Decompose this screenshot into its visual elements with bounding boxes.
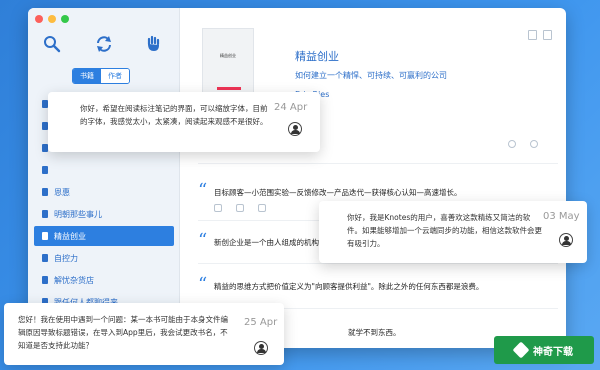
add-icon[interactable] <box>530 140 538 148</box>
sidebar-item-mingchao[interactable]: 明朝那些事儿 <box>28 204 180 224</box>
sidebar-item-book-4[interactable] <box>28 160 180 180</box>
review-card: 你好，希望在阅读标注笔记的界面，可以缩放字体，目前的字体，我感觉太小，太紧凑，阅… <box>48 92 320 152</box>
main-panel: 精益创业 精益创业 如何建立一个精悍、可持续、可赢利的公司 Eric Ries … <box>180 8 566 348</box>
export-icon[interactable] <box>528 30 537 40</box>
review-text: 您好！我在使用中遇到一个问题：某一本书可能由于本身文件编辑原因导致标题错误，在导… <box>18 315 228 350</box>
note-text: 目标顾客—小范围实验—反馈修改—产品迭代—获得核心认知—高速增长。 <box>214 188 462 197</box>
header-actions <box>508 140 538 148</box>
sidebar-item-namiya[interactable]: 解忧杂货店 <box>28 270 180 290</box>
mic-icon[interactable] <box>508 140 516 148</box>
window-actions <box>528 30 552 40</box>
sidebar-item-label: 自控力 <box>54 253 78 263</box>
app-window: 书籍 作者 恩惠 明朝那些事儿 精益创业 自控力 解忧杂货店 跟任何人都聊得来 … <box>28 8 566 348</box>
cover-title: 精益创业 <box>220 53 236 58</box>
avatar <box>254 341 268 355</box>
window-controls <box>35 15 69 23</box>
search-icon[interactable] <box>42 34 62 54</box>
book-cover: 精益创业 <box>202 28 254 96</box>
close-window-button[interactable] <box>35 15 43 23</box>
divider <box>198 163 558 164</box>
book-icon <box>42 188 48 196</box>
zoom-window-button[interactable] <box>61 15 69 23</box>
tab-authors[interactable]: 作者 <box>101 69 129 83</box>
book-icon <box>42 210 48 218</box>
review-date: 03 May <box>543 211 580 222</box>
watermark-text: 神奇下载 <box>533 346 573 358</box>
minimize-window-button[interactable] <box>48 15 56 23</box>
sync-icon[interactable] <box>94 34 114 54</box>
cover-logo <box>217 87 241 90</box>
review-date: 24 Apr <box>274 102 308 113</box>
tab-books[interactable]: 书籍 <box>73 69 101 83</box>
book-open-icon[interactable] <box>543 30 552 40</box>
avatar <box>288 122 302 136</box>
divider <box>198 263 558 264</box>
review-text: 你好，我是Knotes的用户，喜善欢这款精练又简洁的软件。如果能够增加一个云端同… <box>347 213 542 248</box>
review-date: 25 Apr <box>244 317 278 328</box>
sidebar: 书籍 作者 恩惠 明朝那些事儿 精益创业 自控力 解忧杂货店 跟任何人都聊得来 … <box>28 8 180 348</box>
note-item[interactable]: “ 精益的思维方式把价值定义为"向顾客提供利益"。除此之外的任何东西都是浪费。 <box>198 274 558 304</box>
watermark-logo-icon <box>512 341 530 359</box>
sidebar-item-label: 恩惠 <box>54 187 70 197</box>
watermark-badge: 神奇下载 <box>494 336 594 364</box>
share-icon[interactable] <box>258 204 266 212</box>
book-subtitle: 如何建立一个精悍、可持续、可赢利的公司 <box>295 71 447 80</box>
feedback-hand-icon[interactable] <box>144 34 164 54</box>
sidebar-item-label: 解忧杂货店 <box>54 275 94 285</box>
quote-icon: “ <box>198 230 208 251</box>
quote-icon: “ <box>198 180 208 201</box>
book-icon <box>42 166 48 174</box>
avatar <box>559 233 573 247</box>
sidebar-item-enhui[interactable]: 恩惠 <box>28 182 180 202</box>
delete-icon[interactable] <box>236 204 244 212</box>
sidebar-item-lean-startup[interactable]: 精益创业 <box>34 226 174 246</box>
sidebar-item-label: 明朝那些事儿 <box>54 209 102 219</box>
review-card: 你好，我是Knotes的用户，喜善欢这款精练又简洁的软件。如果能够增加一个云端同… <box>319 201 587 263</box>
book-icon <box>42 276 48 284</box>
sidebar-toolbar <box>28 34 180 58</box>
book-title: 精益创业 <box>295 50 339 63</box>
review-text: 你好，希望在阅读标注笔记的界面，可以缩放字体，目前的字体，我感觉太小，太紧凑，阅… <box>80 104 268 126</box>
sidebar-item-willpower[interactable]: 自控力 <box>28 248 180 268</box>
book-icon <box>42 254 48 262</box>
sidebar-item-label: 精益创业 <box>54 231 86 241</box>
sidebar-segment-control: 书籍 作者 <box>72 68 130 84</box>
book-icon <box>42 232 48 240</box>
quote-icon: “ <box>198 274 208 295</box>
note-text: 精益的思维方式把价值定义为"向顾客提供利益"。除此之外的任何东西都是浪费。 <box>214 282 484 291</box>
note-actions <box>214 204 266 212</box>
review-card: 您好！我在使用中遇到一个问题：某一本书可能由于本身文件编辑原因导致标题错误，在导… <box>4 303 284 365</box>
edit-icon[interactable] <box>214 204 222 212</box>
